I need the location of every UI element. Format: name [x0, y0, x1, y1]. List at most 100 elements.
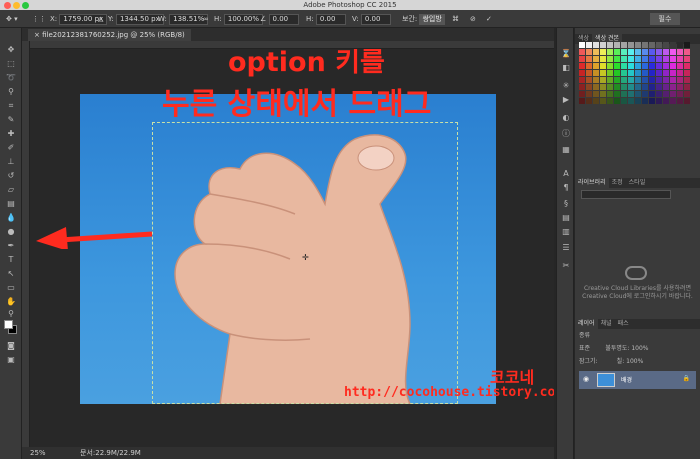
- swatch[interactable]: [656, 56, 662, 62]
- swatch[interactable]: [649, 49, 655, 55]
- swatch[interactable]: [628, 91, 634, 97]
- quick-mask-icon[interactable]: ◙: [4, 340, 18, 352]
- tab-paths[interactable]: 패스: [615, 319, 632, 329]
- character-icon[interactable]: A: [560, 168, 572, 179]
- swatch[interactable]: [642, 98, 648, 104]
- swatch[interactable]: [621, 98, 627, 104]
- swatch[interactable]: [600, 84, 606, 90]
- swatch[interactable]: [635, 91, 641, 97]
- swatch[interactable]: [635, 42, 641, 48]
- swatch[interactable]: [656, 70, 662, 76]
- swatch[interactable]: [586, 42, 592, 48]
- paragraph-icon[interactable]: ¶: [560, 182, 572, 193]
- opacity-input[interactable]: 100%: [631, 345, 648, 352]
- relative-position-icon[interactable]: △: [98, 13, 103, 25]
- swatch[interactable]: [607, 70, 613, 76]
- zoom-level[interactable]: 25%: [30, 447, 46, 459]
- swatch[interactable]: [593, 63, 599, 69]
- type-tool-icon[interactable]: T: [4, 254, 18, 266]
- swatch[interactable]: [628, 63, 634, 69]
- move-tool-icon[interactable]: ✥ ▾: [6, 13, 18, 25]
- hand-tool-icon[interactable]: ✋: [4, 296, 18, 308]
- swatch[interactable]: [677, 56, 683, 62]
- swatch[interactable]: [600, 42, 606, 48]
- warp-icon[interactable]: ⌘: [452, 13, 459, 25]
- swatch[interactable]: [607, 98, 613, 104]
- swatch[interactable]: [593, 98, 599, 104]
- swatch[interactable]: [614, 77, 620, 83]
- swatch[interactable]: [642, 63, 648, 69]
- rectangle-tool-icon[interactable]: ▭: [4, 282, 18, 294]
- adjustments-icon[interactable]: ◐: [560, 112, 572, 123]
- horizontal-ruler[interactable]: [30, 41, 554, 49]
- tab-adjustments[interactable]: 조정: [609, 178, 626, 188]
- swatch[interactable]: [614, 49, 620, 55]
- properties-icon[interactable]: ◧: [560, 62, 572, 73]
- workspace-switcher[interactable]: 필수: [650, 13, 680, 25]
- swatch[interactable]: [621, 42, 627, 48]
- layer-row[interactable]: ◉ 배경 🔒: [579, 371, 696, 389]
- swatch[interactable]: [656, 77, 662, 83]
- swatch[interactable]: [670, 56, 676, 62]
- swatch[interactable]: [600, 49, 606, 55]
- swatch[interactable]: [642, 91, 648, 97]
- swatch[interactable]: [649, 70, 655, 76]
- commit-transform-icon[interactable]: ✓: [486, 13, 492, 25]
- actions-icon[interactable]: ▶: [560, 94, 572, 105]
- swatch[interactable]: [684, 42, 690, 48]
- swatch[interactable]: [677, 42, 683, 48]
- swatch[interactable]: [642, 42, 648, 48]
- link-icon[interactable]: ∞: [203, 13, 209, 25]
- marquee-tool-icon[interactable]: ⬚: [4, 58, 18, 70]
- close-tab-icon[interactable]: ×: [34, 31, 42, 39]
- swatch[interactable]: [670, 98, 676, 104]
- swatch[interactable]: [586, 70, 592, 76]
- foreground-color-swatch[interactable]: [4, 320, 13, 329]
- swatch[interactable]: [663, 49, 669, 55]
- zoom-tool-icon[interactable]: ⚲: [4, 308, 18, 320]
- swatch[interactable]: [635, 84, 641, 90]
- swatch[interactable]: [663, 91, 669, 97]
- swatch[interactable]: [684, 56, 690, 62]
- swatch[interactable]: [635, 70, 641, 76]
- path-select-tool-icon[interactable]: ↖: [4, 268, 18, 280]
- swatch[interactable]: [642, 56, 648, 62]
- swatch[interactable]: [635, 49, 641, 55]
- swatch[interactable]: [649, 98, 655, 104]
- swatch[interactable]: [593, 84, 599, 90]
- interpolation-select[interactable]: 쌍입방: [419, 14, 445, 25]
- swatch[interactable]: [628, 84, 634, 90]
- swatch[interactable]: [677, 49, 683, 55]
- swatch[interactable]: [586, 56, 592, 62]
- glyphs-icon[interactable]: §: [560, 198, 572, 209]
- swatch[interactable]: [670, 84, 676, 90]
- swatch[interactable]: [628, 70, 634, 76]
- swatch[interactable]: [621, 91, 627, 97]
- swatch[interactable]: [607, 77, 613, 83]
- swatch[interactable]: [607, 49, 613, 55]
- swatch[interactable]: [628, 49, 634, 55]
- swatch[interactable]: [621, 70, 627, 76]
- swatch[interactable]: [684, 91, 690, 97]
- swatch[interactable]: [649, 84, 655, 90]
- reference-point-icon[interactable]: ⋮⋮: [32, 13, 46, 25]
- swatch[interactable]: [649, 56, 655, 62]
- swatch[interactable]: [600, 63, 606, 69]
- swatch[interactable]: [614, 84, 620, 90]
- vertical-ruler[interactable]: [22, 41, 30, 447]
- swatch[interactable]: [593, 56, 599, 62]
- swatch[interactable]: [656, 49, 662, 55]
- swatch[interactable]: [628, 56, 634, 62]
- swatch[interactable]: [663, 70, 669, 76]
- swatch[interactable]: [586, 84, 592, 90]
- pen-tool-icon[interactable]: ✒: [4, 240, 18, 252]
- para-styles-icon[interactable]: ▥: [560, 226, 572, 237]
- swatch[interactable]: [670, 63, 676, 69]
- document-size[interactable]: 문서:22.9M/22.9M: [80, 447, 141, 459]
- tool-presets-icon[interactable]: ✂: [560, 260, 572, 271]
- swatch[interactable]: [656, 84, 662, 90]
- swatch[interactable]: [642, 84, 648, 90]
- blend-mode-select[interactable]: 표준: [579, 345, 590, 352]
- swatch[interactable]: [670, 77, 676, 83]
- swatch[interactable]: [677, 70, 683, 76]
